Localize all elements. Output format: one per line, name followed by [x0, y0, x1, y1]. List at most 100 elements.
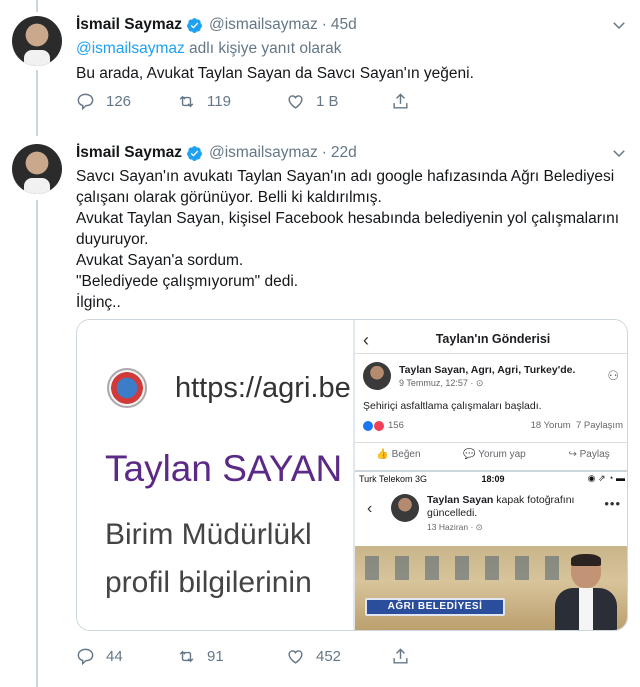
reply-handle-link[interactable]: @ismailsaymaz — [76, 40, 185, 57]
status-icons: ◉ ⇗ ◔ ▬ — [587, 473, 625, 483]
avatar[interactable] — [12, 144, 62, 194]
reply-icon — [77, 648, 94, 666]
tweet-text-line: çalışanı olarak görünüyor. Belli ki kald… — [76, 189, 382, 206]
avatar — [391, 494, 419, 522]
cover-date: 13 Haziran · ⊙ — [427, 522, 483, 532]
chevron-down-icon[interactable] — [610, 16, 628, 34]
verified-badge-icon — [187, 17, 202, 33]
retweet-icon — [179, 650, 194, 663]
cover-update-text: Taylan Sayan kapak fotoğrafını güncelled… — [427, 494, 597, 520]
avatar — [363, 362, 391, 390]
person-photo — [555, 554, 617, 630]
tweet-actions: 126 119 1 B — [76, 92, 421, 111]
tweet-text: Bu arada, Avukat Taylan Sayan da Savcı S… — [76, 65, 474, 82]
like-count: 1 B — [316, 93, 339, 110]
heart-icon — [288, 95, 303, 109]
retweet-count: 91 — [207, 648, 224, 665]
tweet-media[interactable]: https://agri.be Taylan SAYAN Birim Müdür… — [76, 319, 628, 631]
reply-context: @ismailsaymaz adlı kişiye yanıt olarak — [76, 40, 630, 58]
retweet-count: 119 — [207, 93, 231, 110]
like-button[interactable]: 452 — [286, 647, 391, 666]
verified-badge-icon — [187, 145, 202, 161]
website-url: https://agri.be — [175, 372, 351, 404]
reply-button[interactable]: 126 — [76, 92, 177, 111]
municipality-sign: AĞRI BELEDİYESİ — [365, 598, 505, 616]
tweet-header: İsmail Saymaz @ismailsaymaz · 22d — [76, 142, 630, 164]
tweet[interactable]: İsmail Saymaz @ismailsaymaz · 22d Savcı … — [76, 142, 630, 313]
municipality-logo-icon — [107, 368, 147, 408]
facebook-stats: 156 18 Yorum 7 Paylaşım — [363, 420, 623, 431]
employee-name: Taylan SAYAN — [105, 448, 343, 489]
person-hair — [571, 554, 601, 566]
facebook-like: 👍 Beğen — [376, 449, 421, 460]
avatar[interactable] — [12, 16, 62, 66]
facebook-like-label: Beğen — [391, 449, 421, 460]
website-text-line: profil bilgilerinin — [105, 566, 312, 599]
thread-line-bottom — [36, 200, 38, 687]
media-image-website[interactable]: https://agri.be Taylan SAYAN Birim Müdür… — [77, 320, 353, 630]
comment-count: 18 Yorum — [530, 420, 571, 431]
reply-button[interactable]: 44 — [76, 647, 177, 666]
reply-suffix: adlı kişiye yanıt olarak — [184, 40, 342, 57]
tweet-text-line: İlginç.. — [76, 294, 121, 311]
tweet-header: İsmail Saymaz @ismailsaymaz · 45d — [76, 14, 630, 36]
reply-count: 44 — [106, 648, 123, 665]
facebook-post-text: Şehiriçi asfaltlama çalışmaları başladı. — [363, 400, 542, 412]
add-friend-icon: ⚇ — [607, 368, 619, 383]
facebook-post-screenshot: ‹ Taylan'ın Gönderisi Taylan Sayan, Agrı… — [355, 320, 627, 470]
facebook-author: Taylan Sayan, Agrı, Agri, Turkey'de. — [399, 364, 576, 376]
share-button[interactable] — [391, 92, 421, 111]
website-text-line: Birim Müdürlükl — [105, 518, 312, 551]
retweet-button[interactable]: 91 — [177, 647, 286, 666]
building-windows — [365, 556, 561, 580]
author-handle[interactable]: @ismailsaymaz — [209, 144, 318, 162]
facebook-comment: 💬 Yorum yap — [463, 449, 526, 460]
separator-dot: · — [321, 144, 327, 161]
like-count: 452 — [316, 648, 342, 665]
facebook-date: 9 Temmuz, 12:57 · ⊙ — [399, 378, 484, 388]
facebook-cover-screenshot: Turk Telekom 3G 18:09 ◉ ⇗ ◔ ▬ ‹ Taylan S… — [355, 470, 627, 630]
tweet[interactable]: İsmail Saymaz @ismailsaymaz · 45d @ismai… — [76, 14, 630, 84]
love-reaction-icon — [374, 420, 384, 431]
tweet-text-line: Avukat Taylan Sayan, kişisel Facebook he… — [76, 210, 620, 227]
tweet-text-line: Savcı Sayan'ın avukatı Taylan Sayan'ın a… — [76, 168, 615, 185]
facebook-share: ↪ Paylaş — [568, 449, 610, 460]
share-icon — [393, 648, 408, 664]
share-button[interactable] — [391, 647, 421, 666]
cover-author: Taylan Sayan — [427, 494, 494, 506]
facebook-comment-label: Yorum yap — [478, 449, 526, 460]
timestamp[interactable]: 22d — [331, 144, 357, 162]
tweet-text-line: "Belediyede çalışmıyorum" dedi. — [76, 273, 299, 290]
thread-line-top — [36, 0, 38, 12]
author-name[interactable]: İsmail Saymaz — [76, 144, 182, 162]
reply-count: 126 — [106, 93, 132, 110]
retweet-button[interactable]: 119 — [177, 92, 286, 111]
chevron-down-icon[interactable] — [610, 144, 628, 162]
facebook-post-title: Taylan'ın Gönderisi — [435, 332, 551, 346]
tweet-text-line: Avukat Sayan'a sordum. — [76, 252, 244, 269]
tweet-text: Savcı Sayan'ın avukatı Taylan Sayan'ın a… — [76, 166, 630, 313]
facebook-share-label: Paylaş — [579, 449, 610, 460]
reactions: 156 — [363, 420, 404, 431]
like-button[interactable]: 1 B — [286, 92, 391, 111]
person-shirt — [579, 588, 593, 630]
share-icon — [393, 93, 408, 109]
facebook-header: ‹ Taylan'ın Gönderisi — [355, 328, 627, 354]
cover-photo: AĞRI BELEDİYESİ — [355, 546, 627, 630]
tweet-actions: 44 91 452 — [76, 647, 421, 666]
back-arrow-icon: ‹ — [367, 500, 373, 517]
comment-share-counts: 18 Yorum 7 Paylaşım — [531, 420, 623, 431]
thread-line-middle — [36, 70, 38, 136]
timestamp[interactable]: 45d — [331, 16, 357, 34]
tweet-text-line: duyuruyor. — [76, 231, 149, 248]
like-reaction-icon — [363, 420, 373, 431]
author-name[interactable]: İsmail Saymaz — [76, 16, 182, 34]
facebook-actions: 👍 Beğen 💬 Yorum yap ↪ Paylaş — [355, 442, 627, 460]
media-image-facebook[interactable]: ‹ Taylan'ın Gönderisi Taylan Sayan, Agrı… — [353, 320, 627, 630]
more-options-icon: ••• — [604, 496, 621, 511]
author-handle[interactable]: @ismailsaymaz — [209, 16, 318, 34]
heart-icon — [288, 650, 303, 664]
phone-status-bar: Turk Telekom 3G 18:09 ◉ ⇗ ◔ ▬ — [355, 472, 627, 486]
reply-icon — [77, 93, 94, 111]
separator-dot: · — [321, 16, 327, 33]
